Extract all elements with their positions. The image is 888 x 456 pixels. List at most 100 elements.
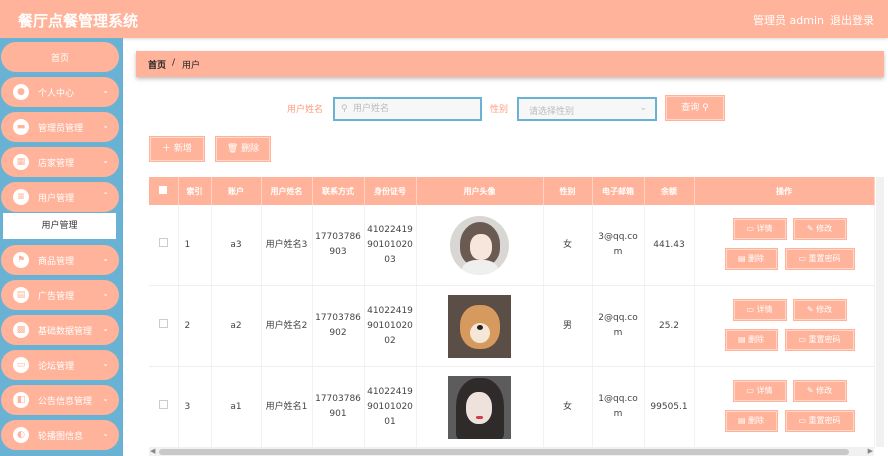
sidebar-item-carousel[interactable]: ◐ 轮播图信息 ⌄ [1,420,119,450]
cell-actions: ▭ 详情 ✎ 修改 ▤ 删除 ▭ 重置密码 [694,205,875,286]
name-search-field: ⚲ [333,97,482,121]
sidebar-item-label: 论坛管理 [38,362,75,372]
edit-button[interactable]: ✎ 修改 [793,219,846,239]
sidebar-item-basedata[interactable]: ▩ 基础数据管理 ⌄ [1,315,119,345]
col-header-idcard: 身份证号 [364,177,417,205]
sidebar-item-label: 公告信息管理 [38,397,93,407]
sidebar-item-label: 个人中心 [38,89,75,99]
cell-phone: 17703786901 [312,366,365,448]
reset-password-button[interactable]: ▭ 重置密码 [785,249,854,269]
users-table: 索引 账户 用户姓名 联系方式 身份证号 用户头像 性别 电子邮箱 余额 操作 … [149,177,875,448]
sidebar: 首页 ● 个人中心 ⌄ ▬ 管理员管理 ⌄ ▦ 店家管理 ⌄ ≡ 用户管理 ⌃ … [0,38,123,456]
pencil-icon: ✎ [806,224,817,233]
cell-idcard: 410224199010102003 [364,205,417,286]
edit-button-label: 修改 [816,305,833,314]
sidebar-item-profile[interactable]: ● 个人中心 ⌄ [1,77,119,107]
delete-button-label: 删除 [748,254,765,263]
col-header-account: 账户 [211,177,262,205]
cell-actions: ▭ 详情 ✎ 修改 ▤ 删除 ▭ 重置密码 [694,285,875,367]
reset-password-button[interactable]: ▭ 重置密码 [785,330,854,350]
sidebar-item-label: 店家管理 [38,159,75,169]
sidebar-item-goods[interactable]: ⚑ 商品管理 ⌄ [1,245,119,275]
delete-button[interactable]: ▤ 删除 [725,411,777,431]
sidebar-item-label: 管理员管理 [38,124,84,134]
cell-name: 用户姓名3 [261,205,313,286]
edit-button-label: 修改 [816,386,833,395]
logout-link[interactable]: 退出登录 [830,12,874,28]
sidebar-item-home[interactable]: 首页 [1,42,119,72]
sidebar-item-store[interactable]: ▦ 店家管理 ⌄ [1,147,119,177]
cell-index: 1 [178,205,212,286]
table-row: 3 a1 用户姓名1 17703786901 41022419901010200… [149,366,875,448]
sex-select[interactable]: 请选择性别 ⌄ [517,97,657,121]
trash-icon: ▤ [737,416,749,425]
edit-button-label: 修改 [816,224,833,233]
reset-password-button[interactable]: ▭ 重置密码 [785,411,854,431]
select-all-checkbox-cell[interactable] [149,177,179,205]
chevron-down-icon: ⌄ [102,121,109,130]
name-search-input[interactable] [353,101,473,117]
scrollbar-thumb[interactable] [159,449,849,455]
detail-button[interactable]: ▭ 详情 [733,219,786,239]
edit-button[interactable]: ✎ 修改 [793,381,846,401]
row-checkbox-cell[interactable] [149,285,179,367]
col-header-phone: 联系方式 [312,177,365,205]
cell-phone: 17703786903 [312,205,365,286]
row-checkbox-cell[interactable] [149,205,179,286]
cell-index: 2 [178,285,212,367]
batch-delete-button[interactable]: 🗑 删除 [216,137,270,161]
scroll-left-arrow-icon[interactable]: ◀ [150,447,155,455]
select-all-checkbox[interactable] [159,186,168,194]
pencil-icon: ✎ [806,386,817,395]
col-header-avatar: 用户头像 [416,177,544,205]
row-checkbox[interactable] [158,399,168,409]
notice-icon: ◧ [13,392,29,408]
sex-filter-label: 性别 [490,105,509,115]
chevron-down-icon: ⌄ [102,86,109,95]
breadcrumb: 首页 / 用户 [136,51,884,77]
col-header-balance: 余额 [644,177,695,205]
chevron-down-icon: ⌄ [639,103,647,113]
trash-icon: ▤ [737,254,749,263]
cell-index: 3 [178,366,212,448]
scroll-right-arrow-icon[interactable]: ▶ [868,447,873,455]
chevron-up-icon: ⌃ [102,191,109,200]
cell-idcard: 410224199010102001 [364,366,417,448]
delete-button[interactable]: ▤ 删除 [725,249,777,269]
app-title: 餐厅点餐管理系统 [18,12,139,30]
chevron-down-icon: ⌄ [102,394,109,403]
sidebar-item-users[interactable]: ≡ 用户管理 ⌃ [1,182,119,212]
cell-avatar [416,205,544,286]
grid-icon: ▩ [13,322,29,338]
breadcrumb-home[interactable]: 首页 [148,58,166,71]
query-button-label: 查询 [681,103,700,113]
query-button[interactable]: 查询 ⚲ [666,96,724,120]
breadcrumb-current: 用户 [182,61,201,71]
chevron-down-icon: ⌄ [102,289,109,298]
edit-button[interactable]: ✎ 修改 [793,300,846,320]
vertical-scrollbar[interactable] [876,177,884,447]
sidebar-subitem-users[interactable]: 用户管理 [3,213,116,239]
cell-balance: 25.2 [644,285,695,367]
detail-button[interactable]: ▭ 详情 [733,381,786,401]
sidebar-item-notice[interactable]: ◧ 公告信息管理 ⌄ [1,385,119,415]
sidebar-item-ads[interactable]: ▤ 广告管理 ⌄ [1,280,119,310]
chevron-down-icon: ⌄ [102,429,109,438]
row-checkbox[interactable] [158,318,168,328]
sidebar-item-forum[interactable]: ▭ 论坛管理 ⌄ [1,350,119,380]
sidebar-item-label: 首页 [50,54,69,64]
horizontal-scrollbar[interactable]: ◀ ▶ [149,447,874,456]
detail-button[interactable]: ▭ 详情 [733,300,786,320]
row-checkbox-cell[interactable] [149,366,179,448]
name-filter-label: 用户姓名 [287,105,324,115]
admin-icon: ▬ [13,119,29,135]
sidebar-item-admin[interactable]: ▬ 管理员管理 ⌄ [1,112,119,142]
delete-button[interactable]: ▤ 删除 [725,330,777,350]
cell-balance: 441.43 [644,205,695,286]
add-button[interactable]: ＋ 新增 [150,137,204,161]
cell-account: a2 [211,285,262,367]
sidebar-item-label: 基础数据管理 [38,327,93,337]
row-checkbox[interactable] [158,237,168,247]
store-icon: ▦ [13,154,29,170]
search-icon: ⚲ [702,103,709,113]
